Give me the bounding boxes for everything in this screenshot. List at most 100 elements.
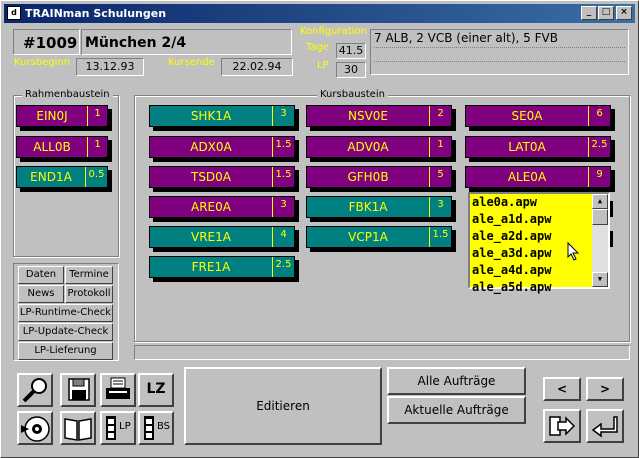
module-name: TSD0A (190, 170, 232, 184)
app-icon[interactable]: d (7, 6, 21, 20)
module-value: 0.5 (85, 167, 107, 187)
module-value: 2 (429, 106, 451, 126)
film-strip-icon (106, 416, 116, 440)
kurs-module-fbk1a[interactable]: FBK1A 3 (306, 196, 452, 218)
kurs-module-vre1a[interactable]: VRE1A 4 (149, 226, 295, 248)
file-list-item[interactable]: ale_a1d.apw (470, 211, 592, 228)
next-button[interactable]: > (586, 377, 624, 401)
lp-field[interactable]: 30 (336, 62, 366, 78)
module-name: FRE1A (191, 260, 231, 274)
module-value: 2.5 (272, 257, 294, 277)
title-bar[interactable]: d TRAINman Schulungen _ □ × (4, 4, 635, 23)
scroll-down-button[interactable]: ▼ (592, 272, 608, 287)
enter-return-icon (591, 416, 618, 438)
kurs-module-ale0a[interactable]: ALE0A 9 (465, 166, 611, 188)
book-button[interactable] (60, 411, 96, 445)
open-book-icon (64, 418, 92, 441)
kursende-field[interactable]: 22.02.94 (221, 58, 293, 76)
magnifier-icon (22, 378, 47, 403)
floppy-disk-icon (68, 378, 90, 401)
module-value: 5 (429, 167, 451, 187)
lp-update-check-button[interactable]: LP-Update-Check (18, 323, 113, 341)
konfiguration-line-1 (374, 47, 625, 48)
file-listbox[interactable]: ale0a.apw ale_a1d.apw ale_a2d.apw ale_a3… (468, 192, 610, 294)
previous-button[interactable]: < (543, 377, 581, 401)
kurs-module-se0a[interactable]: SE0A 6 (465, 105, 611, 127)
file-list-scrollbar[interactable]: ▲ ▼ (592, 194, 608, 287)
print-button[interactable] (100, 373, 136, 407)
scroll-thumb[interactable] (592, 209, 608, 225)
module-value: 2.5 (588, 137, 610, 157)
kurs-module-shk1a[interactable]: SHK1A 3 (149, 105, 295, 127)
scroll-up-button[interactable]: ▲ (592, 194, 608, 209)
konfiguration-line-2 (374, 61, 625, 62)
kurs-module-fre1a[interactable]: FRE1A 2.5 (149, 256, 295, 278)
rahmen-module-all0b[interactable]: ALL0B 1 (16, 136, 108, 158)
aktuelle-auftraege-button[interactable]: Aktuelle Aufträge (387, 396, 526, 424)
konfiguration-field[interactable]: 7 ALB, 2 VCB (einer alt), 5 FVB (370, 29, 629, 75)
module-value: 3 (272, 197, 294, 217)
module-name: VRE1A (191, 230, 231, 244)
minimize-button[interactable]: _ (581, 6, 597, 20)
module-name: ALE0A (507, 170, 547, 184)
window-title: TRAINman Schulungen (25, 7, 167, 20)
lp-runtime-check-button[interactable]: LP-Runtime-Check (18, 304, 113, 322)
module-value: 3 (272, 106, 294, 126)
kurs-module-are0a[interactable]: ARE0A 3 (149, 196, 295, 218)
termine-button[interactable]: Termine (65, 266, 113, 284)
module-name: VCP1A (348, 230, 388, 244)
lz-button[interactable]: LZ (138, 373, 174, 407)
protokoll-button[interactable]: Protokoll (65, 285, 113, 303)
rahmen-module-end1a[interactable]: END1A 0.5 (16, 166, 108, 188)
rahmen-module-ein0j[interactable]: EIN0J 1 (16, 105, 108, 127)
lp-button-label: LP (119, 421, 131, 432)
maximize-button[interactable]: □ (598, 6, 614, 20)
kurs-module-lat0a[interactable]: LAT0A 2.5 (465, 136, 611, 158)
module-value: 1.5 (429, 227, 451, 247)
exit-button[interactable] (543, 409, 581, 443)
konfiguration-label: Konfiguration (300, 26, 367, 37)
module-value: 3 (429, 197, 451, 217)
kursende-label: Kursende (168, 57, 215, 68)
lp-film-button[interactable]: LP (100, 411, 136, 445)
module-name: ALL0B (33, 140, 71, 154)
bs-button-label: BS (157, 421, 171, 432)
alle-auftraege-button[interactable]: Alle Aufträge (387, 367, 526, 395)
main-window: d TRAINman Schulungen _ □ × #1009 Münche… (0, 0, 639, 458)
search-button[interactable] (17, 373, 53, 407)
kurs-module-nsv0e[interactable]: NSV0E 2 (306, 105, 452, 127)
exit-arrow-icon (549, 416, 576, 436)
file-list-item[interactable]: ale0a.apw (470, 194, 592, 211)
kurs-module-tsd0a[interactable]: TSD0A 1.5 (149, 166, 295, 188)
kurs-module-adx0a[interactable]: ADX0A 1.5 (149, 136, 295, 158)
module-name: SE0A (511, 109, 543, 123)
module-value: 1 (87, 137, 107, 157)
bs-film-button[interactable]: BS (138, 411, 174, 445)
status-strip (134, 345, 630, 360)
tage-field[interactable]: 41.5 (336, 43, 366, 59)
kurs-module-adv0a[interactable]: ADV0A 1 (306, 136, 452, 158)
mouse-cursor-icon (567, 242, 580, 261)
module-value: 9 (588, 167, 610, 187)
save-button[interactable] (60, 373, 96, 407)
kurs-module-gfh0b[interactable]: GFH0B 5 (306, 166, 452, 188)
module-value: 1 (429, 137, 451, 157)
module-name: LAT0A (508, 140, 546, 154)
rahmenbaustein-title: Rahmenbaustein (22, 89, 113, 100)
kursbeginn-field[interactable]: 13.12.93 (76, 58, 144, 76)
news-button[interactable]: News (18, 285, 64, 303)
module-name: FBK1A (348, 200, 388, 214)
editieren-button[interactable]: Editieren (184, 367, 382, 445)
module-name: ADV0A (347, 140, 389, 154)
cd-button[interactable] (17, 411, 53, 445)
course-name-field[interactable]: München 2/4 (81, 29, 292, 55)
cd-disc-icon (21, 416, 50, 442)
file-list-item[interactable]: ale_a5d.apw (470, 279, 592, 296)
return-button[interactable] (586, 409, 624, 443)
module-value: 1 (87, 106, 107, 126)
kurs-module-vcp1a[interactable]: VCP1A 1.5 (306, 226, 452, 248)
close-button[interactable]: × (616, 6, 632, 20)
lp-lieferung-button[interactable]: LP-Lieferung (18, 342, 113, 360)
file-list-item[interactable]: ale_a4d.apw (470, 262, 592, 279)
daten-button[interactable]: Daten (18, 266, 64, 284)
